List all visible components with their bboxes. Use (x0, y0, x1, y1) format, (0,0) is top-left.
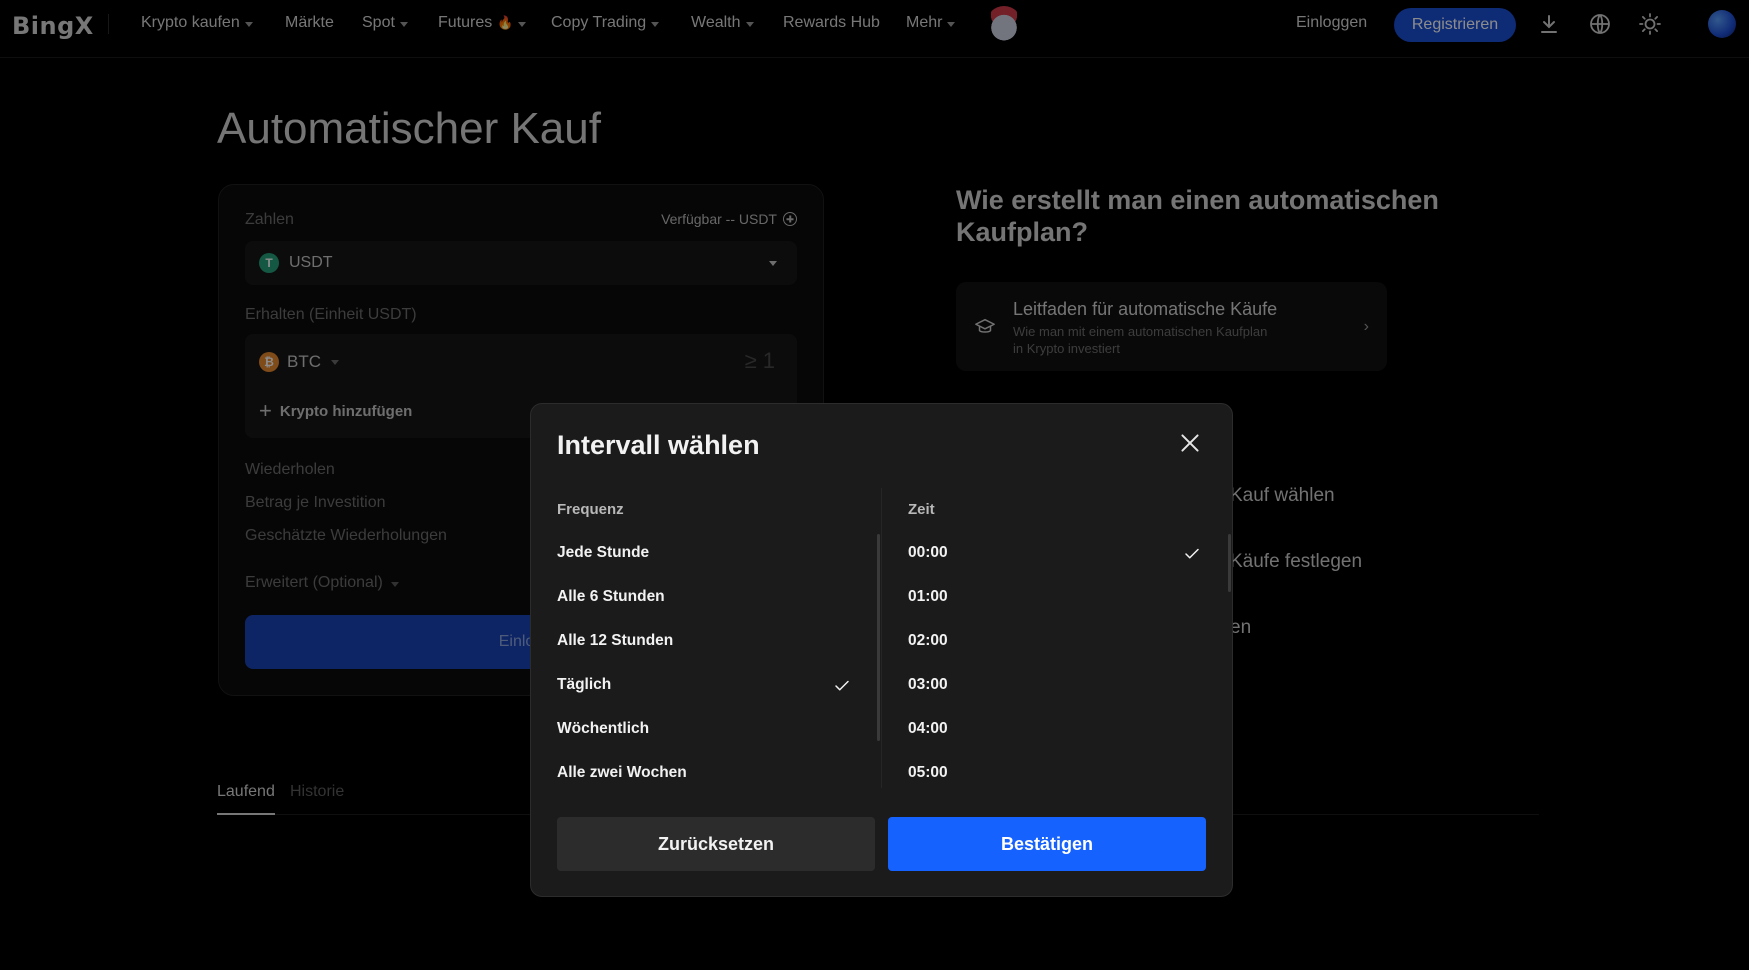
frequency-option-woechentlich[interactable]: Wöchentlich (557, 720, 649, 738)
frequency-option-zwei-wochen[interactable]: Alle zwei Wochen (557, 764, 687, 782)
time-option-0100[interactable]: 01:00 (908, 588, 948, 606)
frequency-option-12h[interactable]: Alle 12 Stunden (557, 632, 673, 650)
reset-button[interactable]: Zurücksetzen (557, 817, 875, 871)
close-icon[interactable] (1177, 430, 1203, 456)
confirm-button[interactable]: Bestätigen (888, 817, 1206, 871)
time-option-0300[interactable]: 03:00 (908, 676, 948, 694)
frequency-option-6h[interactable]: Alle 6 Stunden (557, 588, 665, 606)
time-option-0200[interactable]: 02:00 (908, 632, 948, 650)
interval-modal: Intervall wählen Frequenz Zeit Jede Stun… (530, 403, 1233, 897)
time-option-0500[interactable]: 05:00 (908, 764, 948, 782)
checkmark-icon (835, 680, 849, 691)
time-scrollbar[interactable] (1228, 534, 1231, 592)
frequency-scrollbar[interactable] (877, 534, 880, 741)
time-header: Zeit (908, 501, 935, 518)
frequency-header: Frequenz (557, 501, 624, 518)
column-divider (881, 488, 882, 788)
frequency-option-jede-stunde[interactable]: Jede Stunde (557, 544, 649, 562)
modal-title: Intervall wählen (557, 430, 760, 460)
checkmark-icon (1185, 548, 1199, 559)
frequency-option-taeglich[interactable]: Täglich (557, 676, 611, 694)
time-option-0400[interactable]: 04:00 (908, 720, 948, 738)
time-option-0000[interactable]: 00:00 (908, 544, 948, 562)
